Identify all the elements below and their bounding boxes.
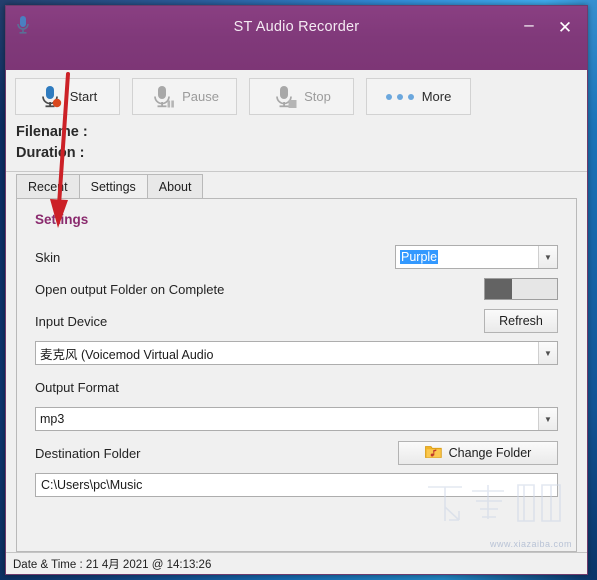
settings-panel: Settings Skin Purple ▼ Open output Folde…: [16, 198, 577, 552]
destination-folder-row: Destination Folder Change Folder: [35, 441, 558, 466]
open-output-folder-toggle[interactable]: [484, 278, 558, 301]
input-device-value: 麦克风 (Voicemod Virtual Audio: [40, 347, 214, 362]
filename-label: Filename :: [16, 124, 88, 140]
tab-about-label: About: [158, 179, 192, 194]
chevron-down-icon[interactable]: ▼: [538, 246, 557, 269]
title-bar[interactable]: ST Audio Recorder – ✕: [6, 6, 587, 70]
status-datetime: Date & Time : 21 4月 2021 @ 14:13:26: [13, 558, 212, 571]
open-output-folder-row: Open output Folder on Complete: [35, 277, 558, 301]
open-output-folder-label: Open output Folder on Complete: [35, 281, 225, 297]
stop-button-label: Stop: [304, 89, 331, 104]
pause-button[interactable]: Pause: [132, 78, 237, 115]
refresh-button[interactable]: Refresh: [484, 309, 558, 334]
tab-settings[interactable]: Settings: [78, 174, 148, 199]
output-format-value: mp3: [40, 412, 65, 427]
change-folder-label: Change Folder: [448, 446, 532, 461]
tab-about[interactable]: About: [146, 174, 204, 199]
recording-meta: Filename : Duration :: [6, 115, 587, 167]
skin-label: Skin: [35, 249, 61, 265]
input-device-select[interactable]: 麦克风 (Voicemod Virtual Audio ▼: [35, 341, 558, 366]
destination-folder-input[interactable]: C:\Users\pc\Music: [35, 473, 558, 498]
transport-buttons: Start Pause Stop More: [6, 78, 587, 115]
stop-button[interactable]: Stop: [249, 78, 354, 115]
three-dots-icon: [385, 93, 414, 100]
refresh-button-label: Refresh: [499, 314, 543, 329]
toolbar: Start Pause Stop More Filename: Duratio…: [6, 70, 587, 173]
input-device-row: Input Device Refresh: [35, 309, 558, 334]
microphone-pause-icon: [150, 84, 176, 110]
chevron-down-icon[interactable]: ▼: [538, 408, 557, 431]
change-folder-button[interactable]: Change Folder: [398, 441, 558, 466]
window-controls: – ✕: [513, 15, 581, 41]
toggle-knob: [485, 279, 512, 300]
input-device-label: Input Device: [35, 313, 108, 329]
start-button-label: Start: [69, 89, 98, 104]
microphone-record-icon: [38, 84, 64, 110]
tab-recent[interactable]: Recent: [16, 174, 80, 199]
output-format-select[interactable]: mp3 ▼: [35, 407, 558, 432]
tab-bar: Recent Settings About: [6, 172, 587, 199]
skin-select[interactable]: Purple ▼: [395, 245, 558, 270]
status-bar: Date & Time : 21 4月 2021 @ 14:13:26: [6, 552, 587, 574]
pause-button-label: Pause: [182, 89, 219, 104]
tab-settings-label: Settings: [90, 179, 136, 194]
chevron-down-icon[interactable]: ▼: [538, 342, 557, 365]
skin-value: Purple: [400, 250, 439, 265]
minimize-button[interactable]: –: [513, 15, 545, 41]
destination-folder-label: Destination Folder: [35, 445, 141, 461]
window-title: ST Audio Recorder: [233, 19, 360, 35]
close-button[interactable]: ✕: [549, 15, 581, 41]
more-button-label: More: [421, 89, 452, 104]
skin-row: Skin Purple ▼: [35, 245, 558, 270]
more-button[interactable]: More: [366, 78, 471, 115]
microphone-stop-icon: [272, 84, 298, 110]
tab-content: Settings Skin Purple ▼ Open output Folde…: [6, 198, 587, 552]
duration-label: Duration :: [16, 145, 85, 162]
watermark-url: www.xiazaiba.com: [489, 539, 572, 549]
output-format-label: Output Format: [35, 379, 119, 395]
output-format-row: Output Format: [35, 375, 558, 399]
music-folder-icon: [424, 444, 442, 462]
app-window: ST Audio Recorder – ✕ Start Pause Stop M…: [5, 5, 588, 575]
start-button[interactable]: Start: [15, 78, 120, 115]
settings-heading: Settings: [35, 212, 89, 228]
tab-recent-label: Recent: [28, 179, 68, 194]
